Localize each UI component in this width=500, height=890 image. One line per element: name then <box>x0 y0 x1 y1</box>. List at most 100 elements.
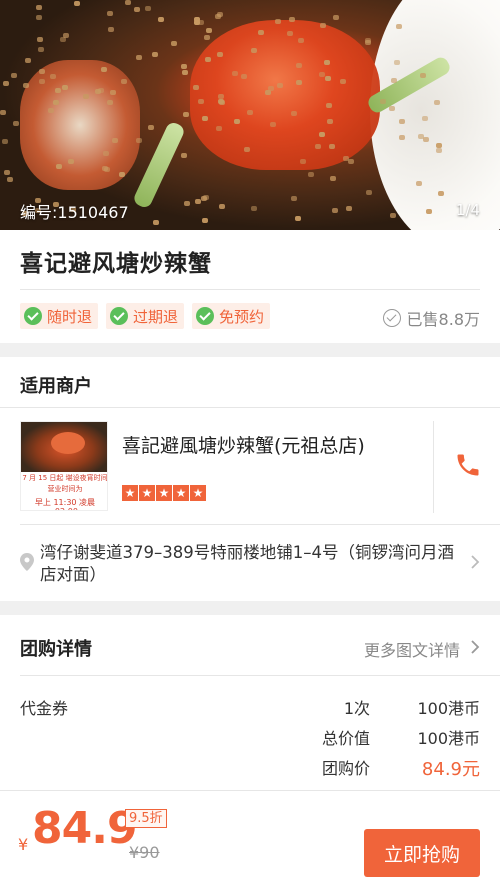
garlic-crumb <box>426 208 433 214</box>
garlic-crumb <box>3 170 10 176</box>
garlic-crumb <box>346 205 353 211</box>
garlic-crumb <box>118 172 125 178</box>
garlic-crumb <box>7 176 14 182</box>
sold-count: 已售8.8万 <box>382 306 480 330</box>
garlic-crumb <box>151 52 158 58</box>
star-icon: ★ <box>173 485 189 501</box>
garlic-crumb <box>53 99 60 105</box>
garlic-crumb <box>365 189 372 195</box>
garlic-crumb <box>244 146 251 152</box>
garlic-crumb <box>390 77 397 83</box>
star-icon: ★ <box>139 485 155 501</box>
garlic-crumb <box>246 109 253 115</box>
garlic-crumb <box>270 121 277 127</box>
garlic-crumb <box>331 208 338 214</box>
garlic-crumb <box>399 134 406 140</box>
garlic-crumb <box>3 80 10 86</box>
check-circle-icon <box>110 307 129 325</box>
garlic-crumb <box>12 120 19 126</box>
garlic-crumb <box>234 118 241 124</box>
garlic-crumb <box>380 99 387 105</box>
garlic-crumb <box>295 63 302 69</box>
garlic-crumb <box>135 54 142 60</box>
garlic-crumb <box>423 137 430 143</box>
garlic-crumb <box>315 143 322 149</box>
current-price: 84.9 <box>32 803 138 854</box>
garlic-crumb <box>308 172 315 178</box>
detail-row: 团购价 84.9元 <box>270 755 480 781</box>
thumb-text: 早上 11:30 凌晨 -02:00 <box>34 498 96 510</box>
more-details-link[interactable]: 更多图文详情 <box>364 637 480 661</box>
garlic-crumb <box>422 115 429 121</box>
divider <box>20 524 500 525</box>
hero-image[interactable]: 编号:1510467 1/4 <box>0 0 500 230</box>
star-icon: ★ <box>156 485 172 501</box>
garlic-crumb <box>299 159 306 165</box>
merchant-thumbnail[interactable]: 7 月 15 日起 堪设夜宵时间 营业时间为 早上 11:30 凌晨 -02:0… <box>20 421 108 511</box>
group-price-value: 84.9元 <box>421 759 480 780</box>
garlic-crumb <box>49 73 56 79</box>
phone-icon[interactable] <box>454 451 482 479</box>
deal-tags: 随时退 过期退 免预约 <box>20 303 271 329</box>
garlic-crumb <box>35 4 42 10</box>
thumb-text: 7 月 15 日起 堪设夜宵时间 <box>22 474 108 482</box>
garlic-crumb <box>340 79 347 85</box>
garlic-crumb <box>73 0 80 6</box>
garlic-crumb <box>107 11 114 17</box>
tag-label: 随时退 <box>47 307 93 326</box>
garlic-crumb <box>55 163 62 169</box>
tag-label: 过期退 <box>133 307 179 326</box>
garlic-crumb <box>0 109 7 115</box>
garlic-crumb <box>203 35 210 41</box>
garlic-crumb <box>36 15 43 21</box>
garlic-crumb <box>389 105 395 111</box>
garlic-crumb <box>107 99 114 105</box>
garlic-crumb <box>295 80 302 86</box>
garlic-crumb <box>180 63 187 69</box>
garlic-crumb <box>250 48 257 54</box>
check-circle-icon <box>24 307 42 325</box>
garlic-crumb <box>396 23 403 29</box>
garlic-crumb <box>22 83 29 89</box>
garlic-crumb <box>193 16 200 22</box>
star-icon: ★ <box>122 485 138 501</box>
garlic-crumb <box>124 0 131 5</box>
garlic-crumb <box>290 195 297 201</box>
garlic-crumb <box>215 126 222 132</box>
discount-badge: 9.5折 <box>125 809 167 828</box>
chevron-right-icon <box>470 639 480 659</box>
garlic-crumb <box>297 37 304 43</box>
divider <box>0 407 500 408</box>
garlic-crumb <box>67 159 74 165</box>
merchant-name[interactable]: 喜記避風塘炒辣蟹(元祖总店) <box>122 431 365 458</box>
garlic-crumb <box>37 47 44 53</box>
garlic-crumb <box>330 176 337 182</box>
garlic-crumb <box>437 190 444 196</box>
garlic-crumb <box>101 66 108 72</box>
deal-title: 喜记避风塘炒辣蟹 <box>20 251 212 277</box>
garlic-crumb <box>133 6 140 12</box>
garlic-crumb <box>206 28 213 34</box>
garlic-crumb <box>257 29 264 35</box>
garlic-crumb <box>37 36 44 42</box>
merchant-address[interactable]: 湾仔谢斐道379–389号特丽楼地铺1–4号（铜锣湾问月酒店对面） <box>40 542 470 586</box>
star-icon: ★ <box>190 485 206 501</box>
garlic-crumb <box>218 99 225 105</box>
deal-id-caption: 编号:1510467 <box>20 203 129 222</box>
garlic-crumb <box>107 27 114 33</box>
divider <box>433 421 434 513</box>
garlic-crumb <box>326 102 333 108</box>
detail-key: 1次 <box>343 699 370 718</box>
garlic-crumb <box>10 72 17 78</box>
garlic-crumb <box>145 6 152 12</box>
currency-symbol: ¥ <box>18 835 29 854</box>
purchase-bar: ¥ 84.9 9.5折 ¥90 立即抢购 <box>0 790 500 890</box>
image-pager: 1/4 <box>455 201 480 219</box>
detail-row: 1次 100港币 <box>270 695 480 719</box>
chevron-right-icon[interactable] <box>470 554 480 574</box>
garlic-crumb <box>183 201 190 207</box>
garlic-crumb <box>333 15 340 20</box>
garlic-crumb <box>216 51 223 57</box>
section-title-details: 团购详情 <box>20 639 92 660</box>
buy-now-button[interactable]: 立即抢购 <box>364 829 480 877</box>
